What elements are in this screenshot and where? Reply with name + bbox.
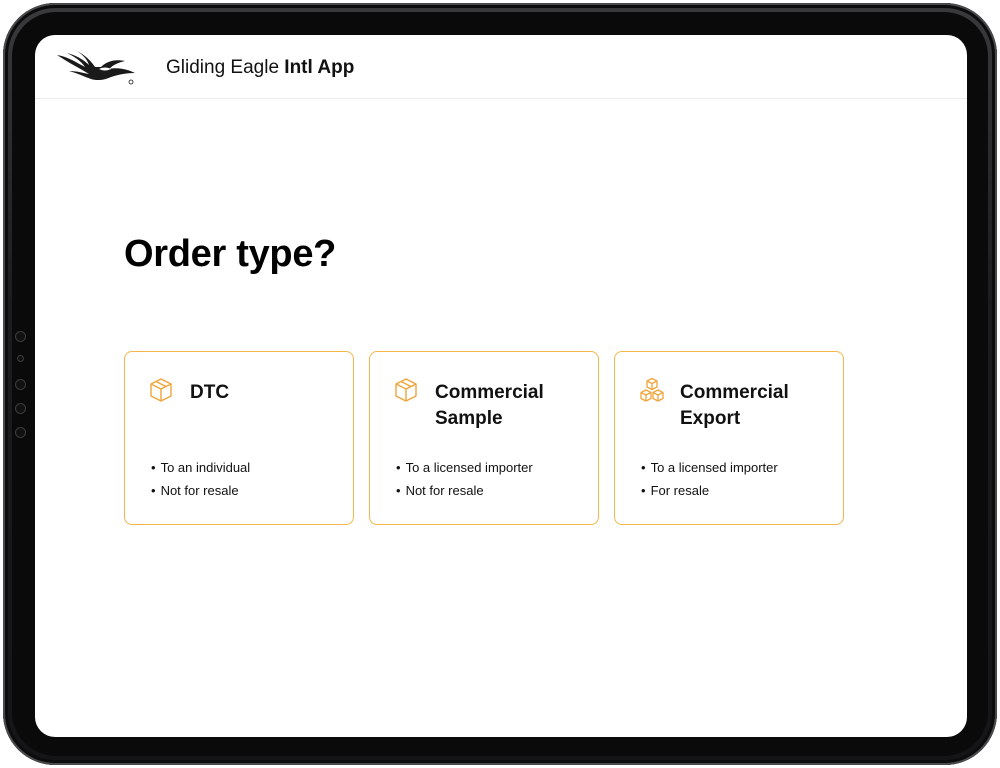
card-bullet: Not for resale — [151, 479, 250, 502]
order-type-card-commercial-export[interactable]: Commercial Export To a licensed importer… — [614, 351, 844, 525]
card-bullet: Not for resale — [396, 479, 533, 502]
card-bullet: To an individual — [151, 456, 251, 479]
card-title: DTC — [190, 382, 230, 403]
page-title: Order type? — [124, 233, 337, 275]
side-sensors — [13, 331, 27, 441]
card-bullets: To a licensed importer Not for resale — [396, 456, 533, 502]
app-title: Gliding Eagle Intl App — [166, 57, 354, 79]
card-title: Commercial Export — [680, 382, 789, 429]
box-icon — [393, 377, 419, 403]
card-bullet: To a licensed importer — [641, 456, 778, 479]
app-title-bold: Intl App — [284, 57, 355, 78]
order-type-card-commercial-sample[interactable]: Commercial Sample To a licensed importer… — [369, 351, 599, 525]
app-header: Gliding Eagle Intl App — [35, 35, 967, 99]
card-bullets: To a licensed importer For resale — [641, 456, 778, 502]
card-bullet: For resale — [641, 479, 778, 502]
eagle-logo-icon[interactable] — [55, 47, 139, 87]
app-title-regular: Gliding Eagle — [166, 57, 285, 78]
card-title: Commercial Sample — [435, 382, 544, 429]
box-icon — [148, 377, 174, 403]
boxes-stack-icon — [638, 377, 664, 403]
card-bullet: To a licensed importer — [396, 456, 533, 479]
app-screen: Gliding Eagle Intl App Order type? DTC T… — [35, 35, 967, 737]
order-type-card-dtc[interactable]: DTC To an individual Not for resale — [124, 351, 354, 525]
card-bullets: To an individual Not for resale — [151, 456, 251, 502]
